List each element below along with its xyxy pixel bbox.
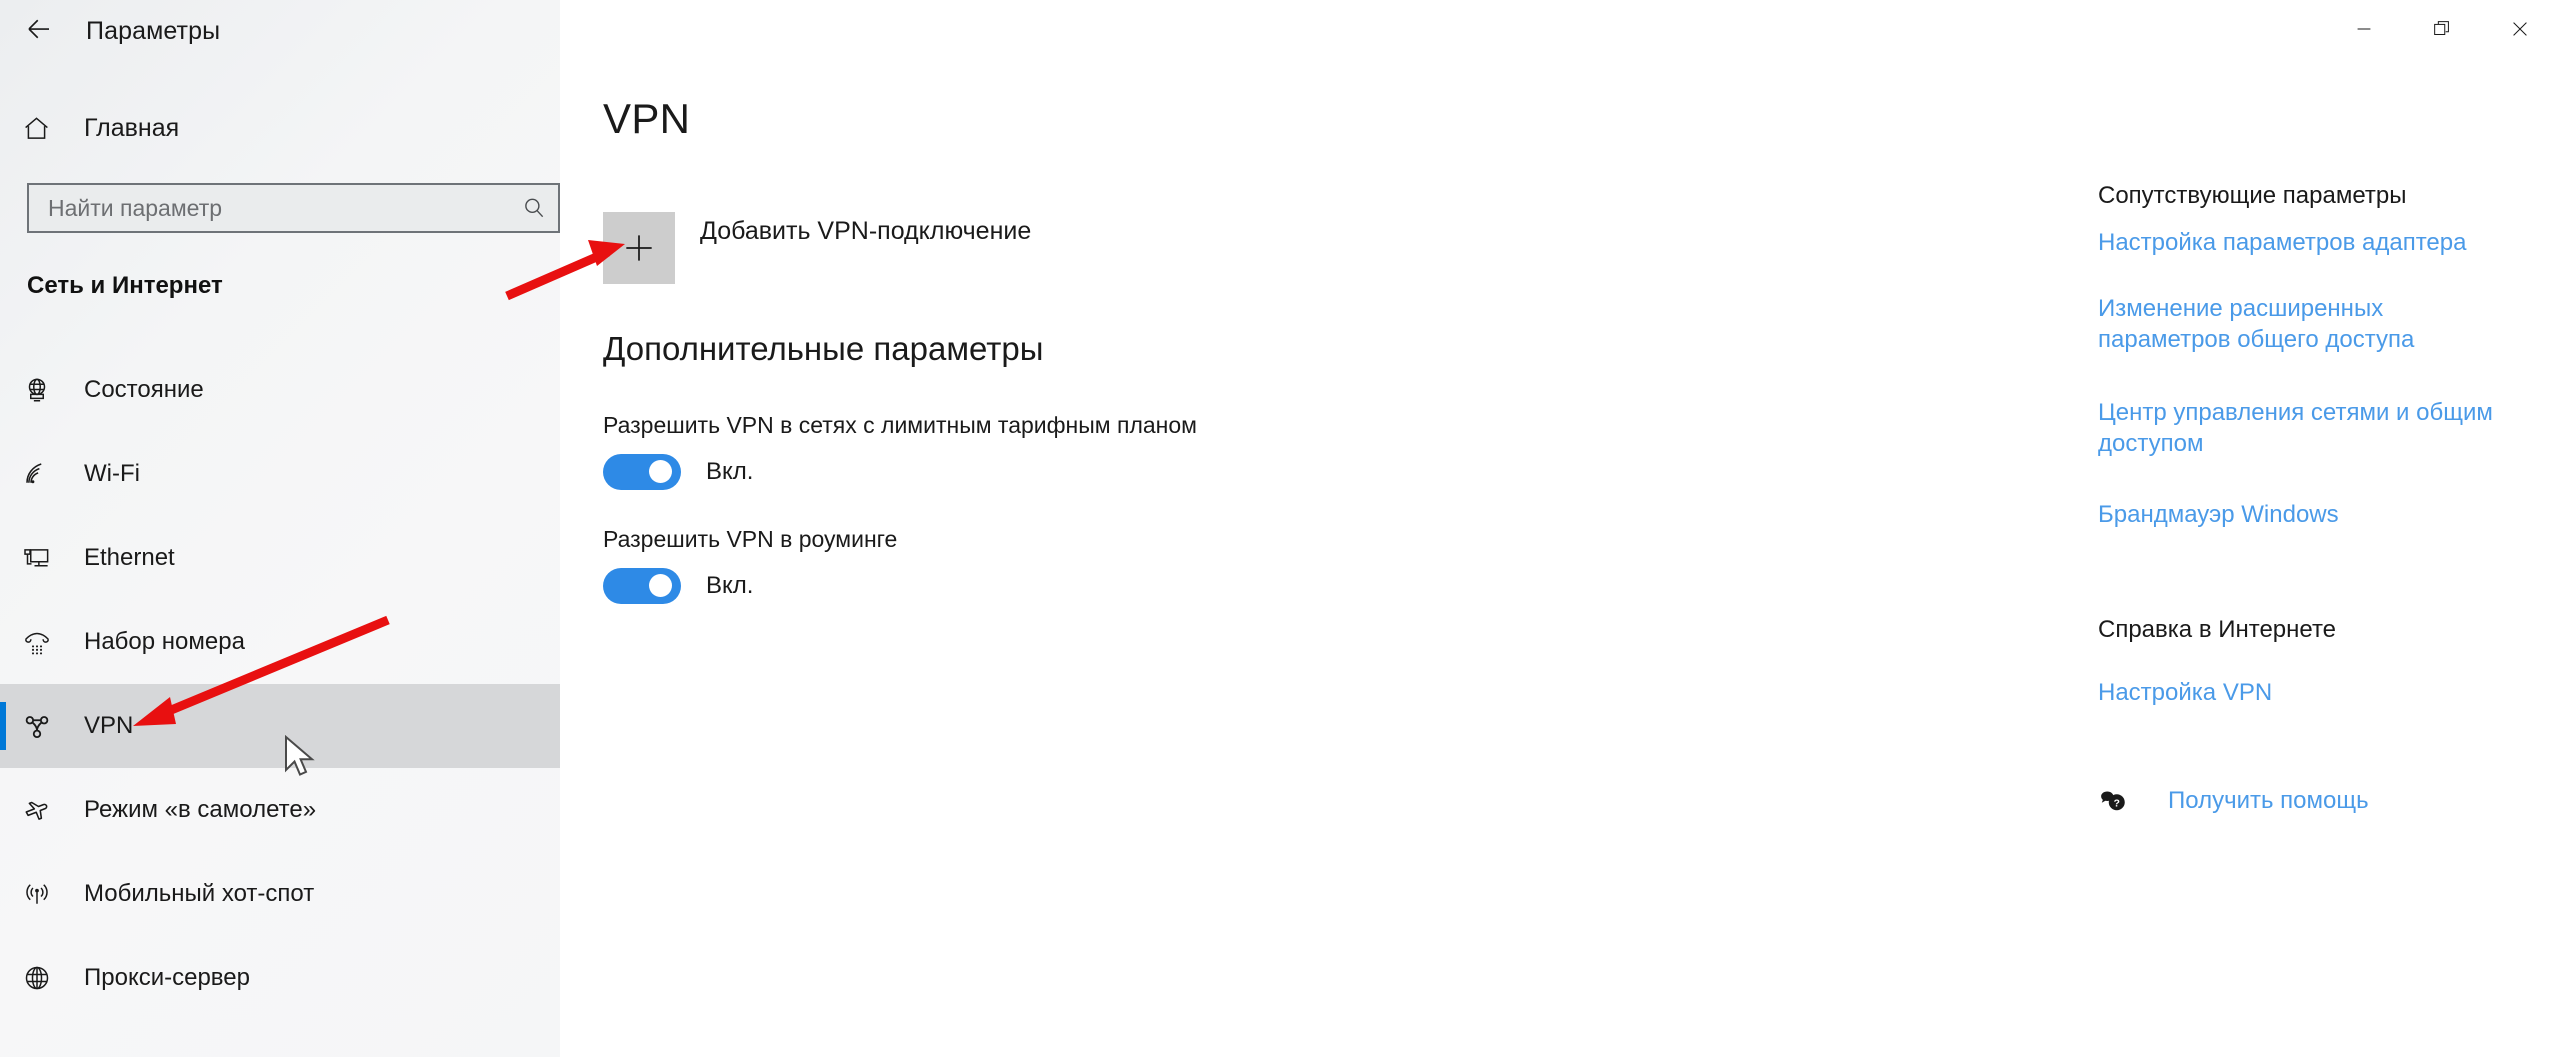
- page-title: VPN: [603, 95, 691, 142]
- hotspot-icon: [22, 879, 80, 909]
- search-icon[interactable]: [510, 195, 558, 221]
- add-vpn-connection-label: Добавить VPN-подключение: [700, 216, 1032, 245]
- link-vpn-setup[interactable]: Настройка VPN: [2098, 678, 2272, 709]
- help-chat-icon: ?: [2098, 786, 2144, 816]
- link-windows-firewall[interactable]: Брандмауэр Windows: [2098, 500, 2339, 531]
- sidebar-item-label: Состояние: [84, 376, 204, 403]
- sidebar-item-label: VPN: [84, 712, 134, 739]
- sidebar-item-dialup[interactable]: Набор номера: [0, 600, 560, 684]
- dialup-phone-icon: [22, 627, 80, 657]
- toggle-row: Вкл.: [603, 568, 897, 604]
- search-input[interactable]: [29, 185, 510, 231]
- svg-text:?: ?: [2114, 798, 2120, 809]
- setting-vpn-over-metered: Разрешить VPN в сетях с лимитным тарифны…: [603, 412, 1197, 490]
- minimize-icon: [2353, 18, 2375, 45]
- wifi-icon: [22, 459, 80, 489]
- toggle-row: Вкл.: [603, 454, 1197, 490]
- link-advanced-sharing-settings[interactable]: Изменение расширенных параметров общего …: [2098, 294, 2518, 355]
- sidebar: Главная Сеть и Интернет: [0, 0, 560, 1057]
- setting-vpn-while-roaming: Разрешить VPN в роуминге Вкл.: [603, 526, 897, 604]
- sidebar-item-label: Режим «в самолете»: [84, 796, 317, 823]
- sidebar-item-mobile-hotspot[interactable]: Мобильный хот-спот: [0, 852, 560, 936]
- minimize-button[interactable]: [2325, 0, 2403, 62]
- sidebar-nav: Состояние Wi-Fi Ethernet Набор номера VP…: [0, 348, 560, 1020]
- vpn-icon: [22, 711, 80, 741]
- home-icon: [22, 114, 80, 143]
- get-help-button[interactable]: ? Получить помощь: [2098, 786, 2369, 816]
- sidebar-item-status[interactable]: Состояние: [0, 348, 560, 432]
- sidebar-item-label: Прокси-сервер: [84, 964, 250, 991]
- link-adapter-settings[interactable]: Настройка параметров адаптера: [2098, 228, 2466, 259]
- sidebar-home-label: Главная: [84, 113, 180, 142]
- sidebar-item-wifi[interactable]: Wi-Fi: [0, 432, 560, 516]
- mouse-pointer: [285, 735, 315, 776]
- toggle-state-label: Вкл.: [706, 572, 754, 599]
- title-bar: Параметры: [0, 0, 2559, 62]
- online-help-heading: Справка в Интернете: [2098, 616, 2337, 643]
- sidebar-item-label: Wi-Fi: [84, 460, 140, 487]
- sidebar-category-title: Сеть и Интернет: [27, 272, 223, 299]
- plus-icon[interactable]: [603, 212, 675, 284]
- sidebar-item-label: Ethernet: [84, 544, 175, 571]
- airplane-icon: [22, 795, 80, 825]
- sidebar-item-proxy[interactable]: Прокси-сервер: [0, 936, 560, 1020]
- back-button[interactable]: [0, 0, 78, 62]
- settings-window: Параметры Главная Найти параметр Сеть и …: [0, 0, 2559, 1057]
- link-network-sharing-center[interactable]: Центр управления сетями и общим доступом: [2098, 398, 2528, 459]
- restore-icon: [2431, 18, 2453, 45]
- toggle-knob: [649, 574, 672, 597]
- window-title: Параметры: [86, 16, 221, 45]
- get-help-label: Получить помощь: [2168, 787, 2369, 814]
- advanced-settings-heading: Дополнительные параметры: [603, 330, 1044, 367]
- window-controls: [2325, 0, 2559, 62]
- search-container: [27, 183, 560, 233]
- setting-caption: Разрешить VPN в сетях с лимитным тарифны…: [603, 412, 1197, 438]
- close-button[interactable]: [2481, 0, 2559, 62]
- related-settings-heading: Сопутствующие параметры: [2098, 182, 2407, 209]
- toggle-state-label: Вкл.: [706, 458, 754, 485]
- vpn-while-roaming-toggle[interactable]: [603, 568, 681, 604]
- back-arrow-icon: [24, 14, 54, 49]
- sidebar-item-airplane-mode[interactable]: Режим «в самолете»: [0, 768, 560, 852]
- add-vpn-connection-button[interactable]: Добавить VPN-подключение: [603, 212, 1031, 284]
- main-content: VPN Добавить VPN-подключение Дополнитель…: [560, 0, 2080, 1057]
- sidebar-item-home[interactable]: Главная: [0, 98, 560, 158]
- globe-monitor-icon: [22, 375, 80, 405]
- vpn-over-metered-toggle[interactable]: [603, 454, 681, 490]
- setting-caption: Разрешить VPN в роуминге: [603, 526, 898, 552]
- proxy-globe-icon: [22, 963, 80, 993]
- sidebar-item-vpn[interactable]: VPN: [0, 684, 560, 768]
- sidebar-item-ethernet[interactable]: Ethernet: [0, 516, 560, 600]
- toggle-knob: [649, 460, 672, 483]
- close-icon: [2509, 18, 2531, 45]
- sidebar-item-label: Мобильный хот-спот: [84, 880, 315, 907]
- sidebar-item-label: Набор номера: [84, 628, 245, 655]
- ethernet-icon: [22, 543, 80, 573]
- search-box[interactable]: [27, 183, 560, 233]
- restore-button[interactable]: [2403, 0, 2481, 62]
